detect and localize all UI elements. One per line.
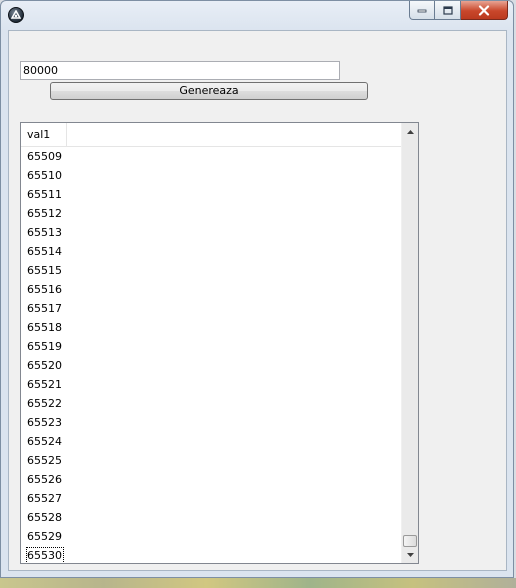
title-bar[interactable] (1, 1, 513, 29)
list-item-value: 65526 (27, 473, 62, 486)
list-item-value: 65510 (27, 169, 62, 182)
list-item[interactable]: 65511 (21, 185, 401, 204)
list-item-value: 65515 (27, 264, 62, 277)
close-button[interactable] (461, 1, 508, 20)
list-item[interactable]: 65525 (21, 451, 401, 470)
list-item[interactable]: 65510 (21, 166, 401, 185)
desktop-background (0, 578, 516, 588)
list-rows: 65509 65510 65511 65512 65513 65514 65515 65516… (21, 147, 401, 563)
count-input[interactable]: 80000 (20, 61, 340, 80)
minimize-icon (417, 9, 427, 13)
scroll-up-button[interactable] (402, 123, 418, 140)
list-item[interactable]: 65512 (21, 204, 401, 223)
list-item-value: 65522 (27, 397, 62, 410)
list-item[interactable]: 65520 (21, 356, 401, 375)
scroll-up-arrow-icon (407, 129, 414, 134)
list-item[interactable]: 65527 (21, 489, 401, 508)
list-item-value: 65519 (27, 340, 62, 353)
list-header: val1 (21, 123, 401, 147)
scroll-down-button[interactable] (402, 546, 418, 563)
list-item-value: 65529 (27, 530, 62, 543)
app-window: 80000 Genereaza val1 65509 65510 65511 6551… (0, 0, 514, 578)
maximize-icon (442, 5, 453, 15)
minimize-button[interactable] (409, 1, 435, 20)
list-item-value: 65521 (27, 378, 62, 391)
maximize-button[interactable] (435, 1, 461, 20)
list-item[interactable]: 65521 (21, 375, 401, 394)
list-item-value: 65514 (27, 245, 62, 258)
list-item[interactable]: 65523 (21, 413, 401, 432)
list-item[interactable]: 65530 (21, 546, 401, 563)
list-item-value: 65530 (26, 547, 64, 563)
column-header-val1[interactable]: val1 (21, 123, 67, 146)
list-item[interactable]: 65529 (21, 527, 401, 546)
list-item[interactable]: 65526 (21, 470, 401, 489)
list-item-value: 65520 (27, 359, 62, 372)
generate-button[interactable]: Genereaza (50, 82, 368, 100)
list-item-value: 65516 (27, 283, 62, 296)
list-item[interactable]: 65514 (21, 242, 401, 261)
values-list[interactable]: val1 65509 65510 65511 65512 65513 65514 65515… (20, 122, 419, 564)
client-area: 80000 Genereaza val1 65509 65510 65511 6551… (8, 30, 507, 571)
list-item-value: 65511 (27, 188, 62, 201)
list-item[interactable]: 65509 (21, 147, 401, 166)
list-item-value: 65517 (27, 302, 62, 315)
list-item[interactable]: 65515 (21, 261, 401, 280)
list-item-value: 65523 (27, 416, 62, 429)
list-item[interactable]: 65522 (21, 394, 401, 413)
scroll-down-arrow-icon (407, 552, 414, 557)
list-item-value: 65512 (27, 207, 62, 220)
list-item-value: 65528 (27, 511, 62, 524)
list-item[interactable]: 65516 (21, 280, 401, 299)
list-item[interactable]: 65513 (21, 223, 401, 242)
list-item[interactable]: 65517 (21, 299, 401, 318)
list-item-value: 65527 (27, 492, 62, 505)
list-item[interactable]: 65519 (21, 337, 401, 356)
vertical-scrollbar[interactable] (401, 123, 418, 563)
app-logo-icon[interactable] (8, 7, 24, 23)
window-controls (409, 1, 508, 21)
list-item[interactable]: 65518 (21, 318, 401, 337)
list-item[interactable]: 65528 (21, 508, 401, 527)
list-item-value: 65518 (27, 321, 62, 334)
list-item-value: 65513 (27, 226, 62, 239)
list-item[interactable]: 65524 (21, 432, 401, 451)
list-item-value: 65509 (27, 150, 62, 163)
list-item-value: 65525 (27, 454, 62, 467)
list-item-value: 65524 (27, 435, 62, 448)
close-icon (478, 4, 490, 16)
